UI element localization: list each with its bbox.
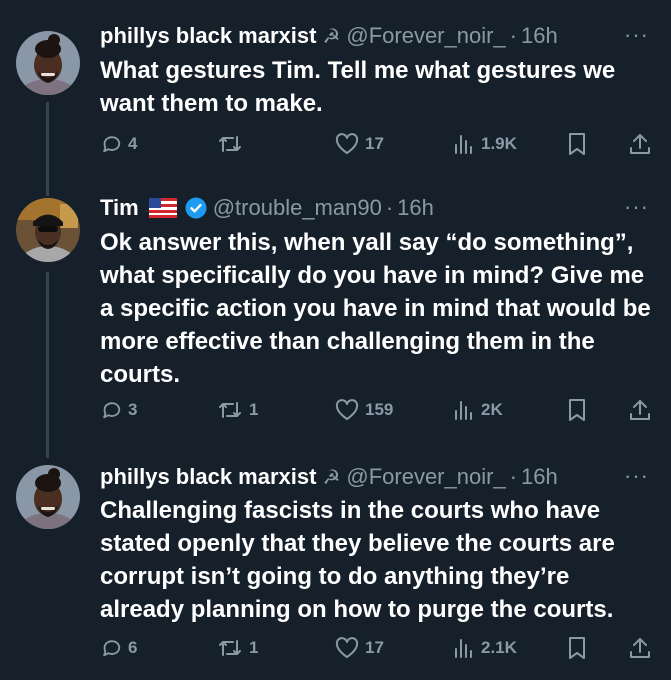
views-button[interactable]: 2K <box>453 395 503 425</box>
retweet-count: 1 <box>249 400 259 419</box>
like-count: 17 <box>365 638 384 657</box>
hammer-sickle-icon: ☭ <box>322 466 341 489</box>
like-button[interactable]: 17 <box>335 129 384 159</box>
retweet-button[interactable]: 1 <box>217 395 258 425</box>
timestamp[interactable]: 16h <box>397 195 434 221</box>
reply-bubble-icon <box>100 399 122 421</box>
separator-dot: · <box>509 23 517 48</box>
like-button[interactable]: 159 <box>335 395 393 425</box>
more-options-icon[interactable]: ··· <box>624 24 649 46</box>
author-handle[interactable]: @trouble_man90 <box>213 195 382 221</box>
thread-connector-line <box>46 102 49 182</box>
thread-connector-line <box>46 444 49 458</box>
tweet-text: Ok answer this, when yall say “do someth… <box>100 229 651 388</box>
tweet-text: Challenging fascists in the courts who h… <box>100 497 615 623</box>
heart-icon <box>335 133 359 155</box>
retweet-icon <box>217 133 243 155</box>
like-count: 17 <box>365 134 384 153</box>
retweet-icon <box>217 399 243 421</box>
reply-bubble-icon <box>100 133 122 155</box>
views-count: 2.1K <box>481 638 517 657</box>
tweet-header: Tim @trouble_man90 · 16h <box>100 191 651 225</box>
thread-connector-line <box>46 182 49 196</box>
conversation-thread: phillys black marxist ☭ @Forever_noir_ ·… <box>0 0 671 680</box>
share-button[interactable] <box>628 395 652 425</box>
reply-button[interactable]: 4 <box>100 129 137 159</box>
bookmark-icon <box>567 132 587 156</box>
views-count: 1.9K <box>481 134 517 153</box>
reply-bubble-icon <box>100 637 122 659</box>
retweet-icon <box>217 637 243 659</box>
hammer-sickle-icon: ☭ <box>322 25 341 48</box>
more-options-icon[interactable]: ··· <box>624 196 649 218</box>
views-count: 2K <box>481 400 503 419</box>
retweet-count: 1 <box>249 638 259 657</box>
tweet-header: phillys black marxist ☭ @Forever_noir_ ·… <box>100 460 651 494</box>
avatar[interactable] <box>16 465 80 529</box>
share-button[interactable] <box>628 129 652 159</box>
bookmark-button[interactable] <box>567 633 587 663</box>
avatar[interactable] <box>16 31 80 95</box>
tweet-action-bar: 6 1 17 2.1K <box>100 633 660 663</box>
separator-dot: · <box>385 195 394 220</box>
views-bar-chart-icon <box>453 133 475 155</box>
avatar[interactable] <box>16 198 80 262</box>
tweet-1[interactable]: phillys black marxist ☭ @Forever_noir_ ·… <box>0 0 671 182</box>
separator-dot: · <box>509 464 517 489</box>
share-button[interactable] <box>628 633 652 663</box>
share-upload-icon <box>628 636 652 660</box>
share-upload-icon <box>628 398 652 422</box>
us-flag-icon <box>148 198 177 218</box>
author-handle[interactable]: @Forever_noir_ <box>346 464 505 490</box>
author-name[interactable]: phillys black marxist <box>100 464 316 490</box>
more-options-icon[interactable]: ··· <box>624 465 649 487</box>
heart-icon <box>335 399 359 421</box>
tweet-action-bar: 3 1 159 2K <box>100 395 660 425</box>
bookmark-icon <box>567 636 587 660</box>
views-bar-chart-icon <box>453 637 475 659</box>
tweet-text: What gestures Tim. Tell me what gestures… <box>100 57 616 117</box>
retweet-button[interactable]: 1 <box>217 633 258 663</box>
views-button[interactable]: 1.9K <box>453 129 517 159</box>
views-bar-chart-icon <box>453 399 475 421</box>
bookmark-icon <box>567 398 587 422</box>
timestamp[interactable]: 16h <box>521 464 558 490</box>
timestamp[interactable]: 16h <box>521 23 558 49</box>
reply-count: 6 <box>128 638 138 657</box>
tweet-header: phillys black marxist ☭ @Forever_noir_ ·… <box>100 19 651 53</box>
verified-badge-icon[interactable] <box>185 197 207 219</box>
reply-button[interactable]: 6 <box>100 633 137 663</box>
author-name[interactable]: phillys black marxist <box>100 23 316 49</box>
heart-icon <box>335 637 359 659</box>
reply-count: 3 <box>128 400 138 419</box>
reply-button[interactable]: 3 <box>100 395 137 425</box>
bookmark-button[interactable] <box>567 395 587 425</box>
tweet-action-bar: 4 17 1.9K <box>100 129 660 159</box>
share-upload-icon <box>628 132 652 156</box>
bookmark-button[interactable] <box>567 129 587 159</box>
author-name[interactable]: Tim <box>100 195 139 221</box>
like-button[interactable]: 17 <box>335 633 384 663</box>
views-button[interactable]: 2.1K <box>453 633 517 663</box>
tweet-3[interactable]: phillys black marxist ☭ @Forever_noir_ ·… <box>0 444 671 680</box>
thread-connector-line <box>46 272 49 444</box>
author-handle[interactable]: @Forever_noir_ <box>346 23 505 49</box>
reply-count: 4 <box>128 134 138 153</box>
like-count: 159 <box>365 400 394 419</box>
tweet-2[interactable]: Tim @trouble_man90 · 16h ··· Ok answer t… <box>0 182 671 444</box>
retweet-button[interactable] <box>217 129 249 159</box>
